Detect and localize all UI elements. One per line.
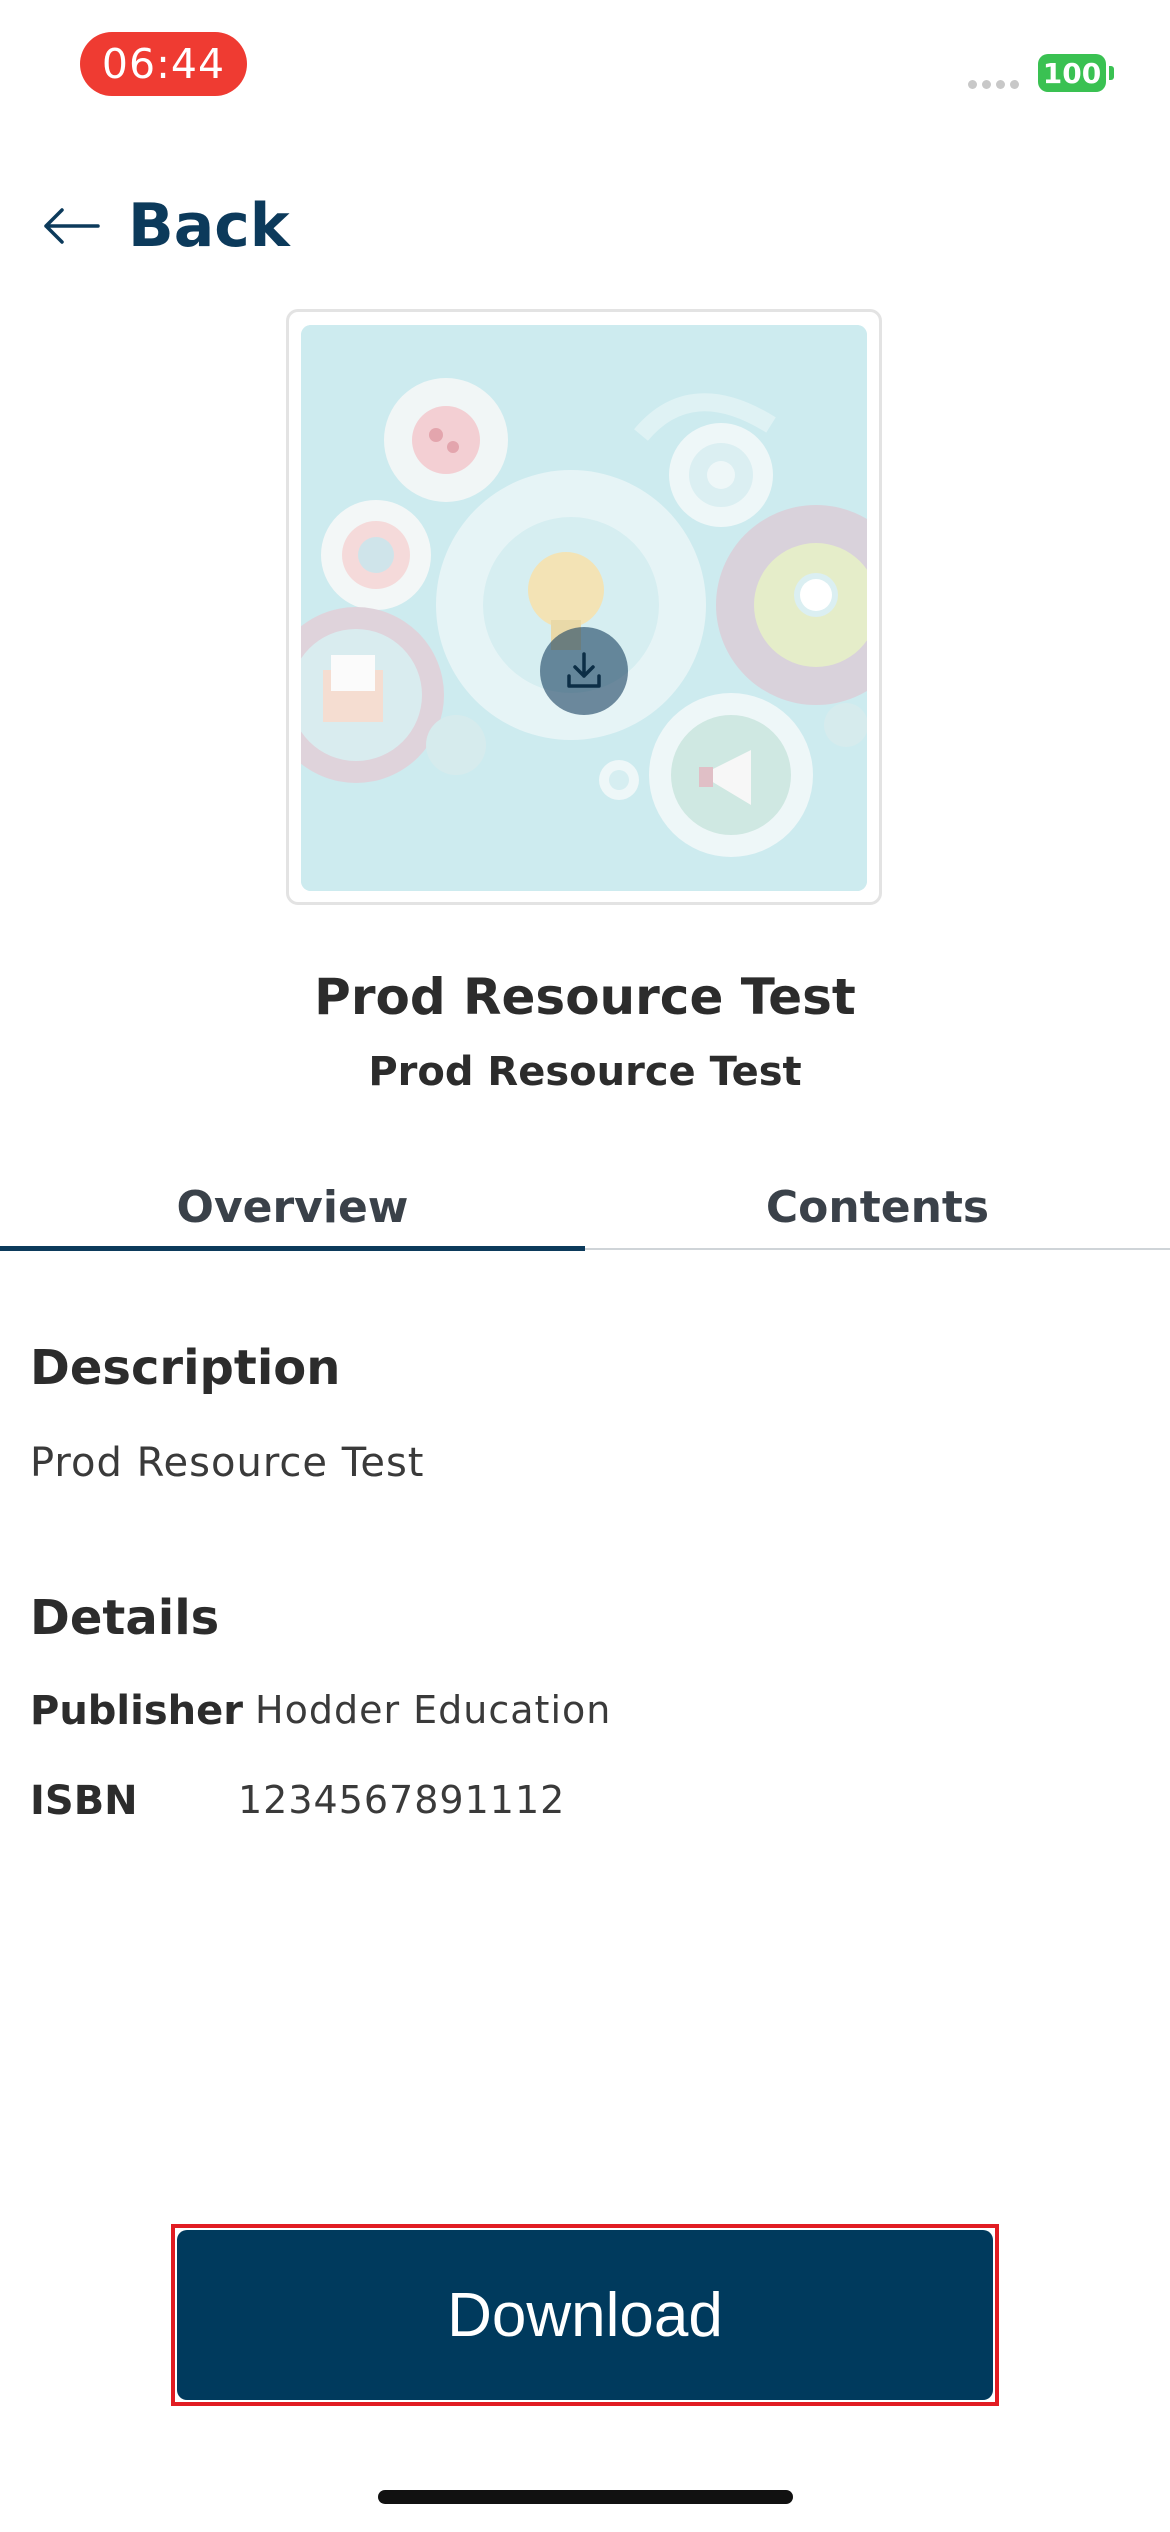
back-button[interactable]: Back xyxy=(42,186,290,266)
tab-contents[interactable]: Contents xyxy=(585,1170,1170,1248)
resource-cover-image[interactable] xyxy=(301,325,867,891)
status-time: 06:44 xyxy=(80,32,247,96)
back-label: Back xyxy=(128,191,290,261)
home-indicator xyxy=(378,2490,793,2504)
gears-illustration xyxy=(301,325,867,891)
battery-icon xyxy=(1109,66,1114,80)
download-button[interactable]: Download xyxy=(177,2230,993,2400)
isbn-value: 1234567891112 xyxy=(238,1778,566,1822)
details-heading: Details xyxy=(30,1590,220,1646)
resource-title: Prod Resource Test xyxy=(314,968,856,1026)
isbn-label: ISBN xyxy=(30,1778,138,1824)
battery-level: 100 xyxy=(1038,54,1106,92)
arrow-left-icon xyxy=(44,208,100,244)
signal-icon xyxy=(968,80,1019,89)
download-overlay-button[interactable] xyxy=(540,627,628,715)
tab-bar: Overview Contents xyxy=(0,1170,1170,1251)
publisher-value: Hodder Education xyxy=(255,1688,612,1732)
description-text: Prod Resource Test xyxy=(30,1440,425,1486)
description-heading: Description xyxy=(30,1340,341,1396)
download-icon xyxy=(567,652,601,688)
resource-detail-screen: 06:44 100 Back Prod Resource Test Prod R… xyxy=(0,0,1170,2532)
publisher-label: Publisher xyxy=(30,1688,243,1734)
resource-subtitle: Prod Resource Test xyxy=(368,1049,802,1095)
tab-overview[interactable]: Overview xyxy=(0,1170,585,1251)
